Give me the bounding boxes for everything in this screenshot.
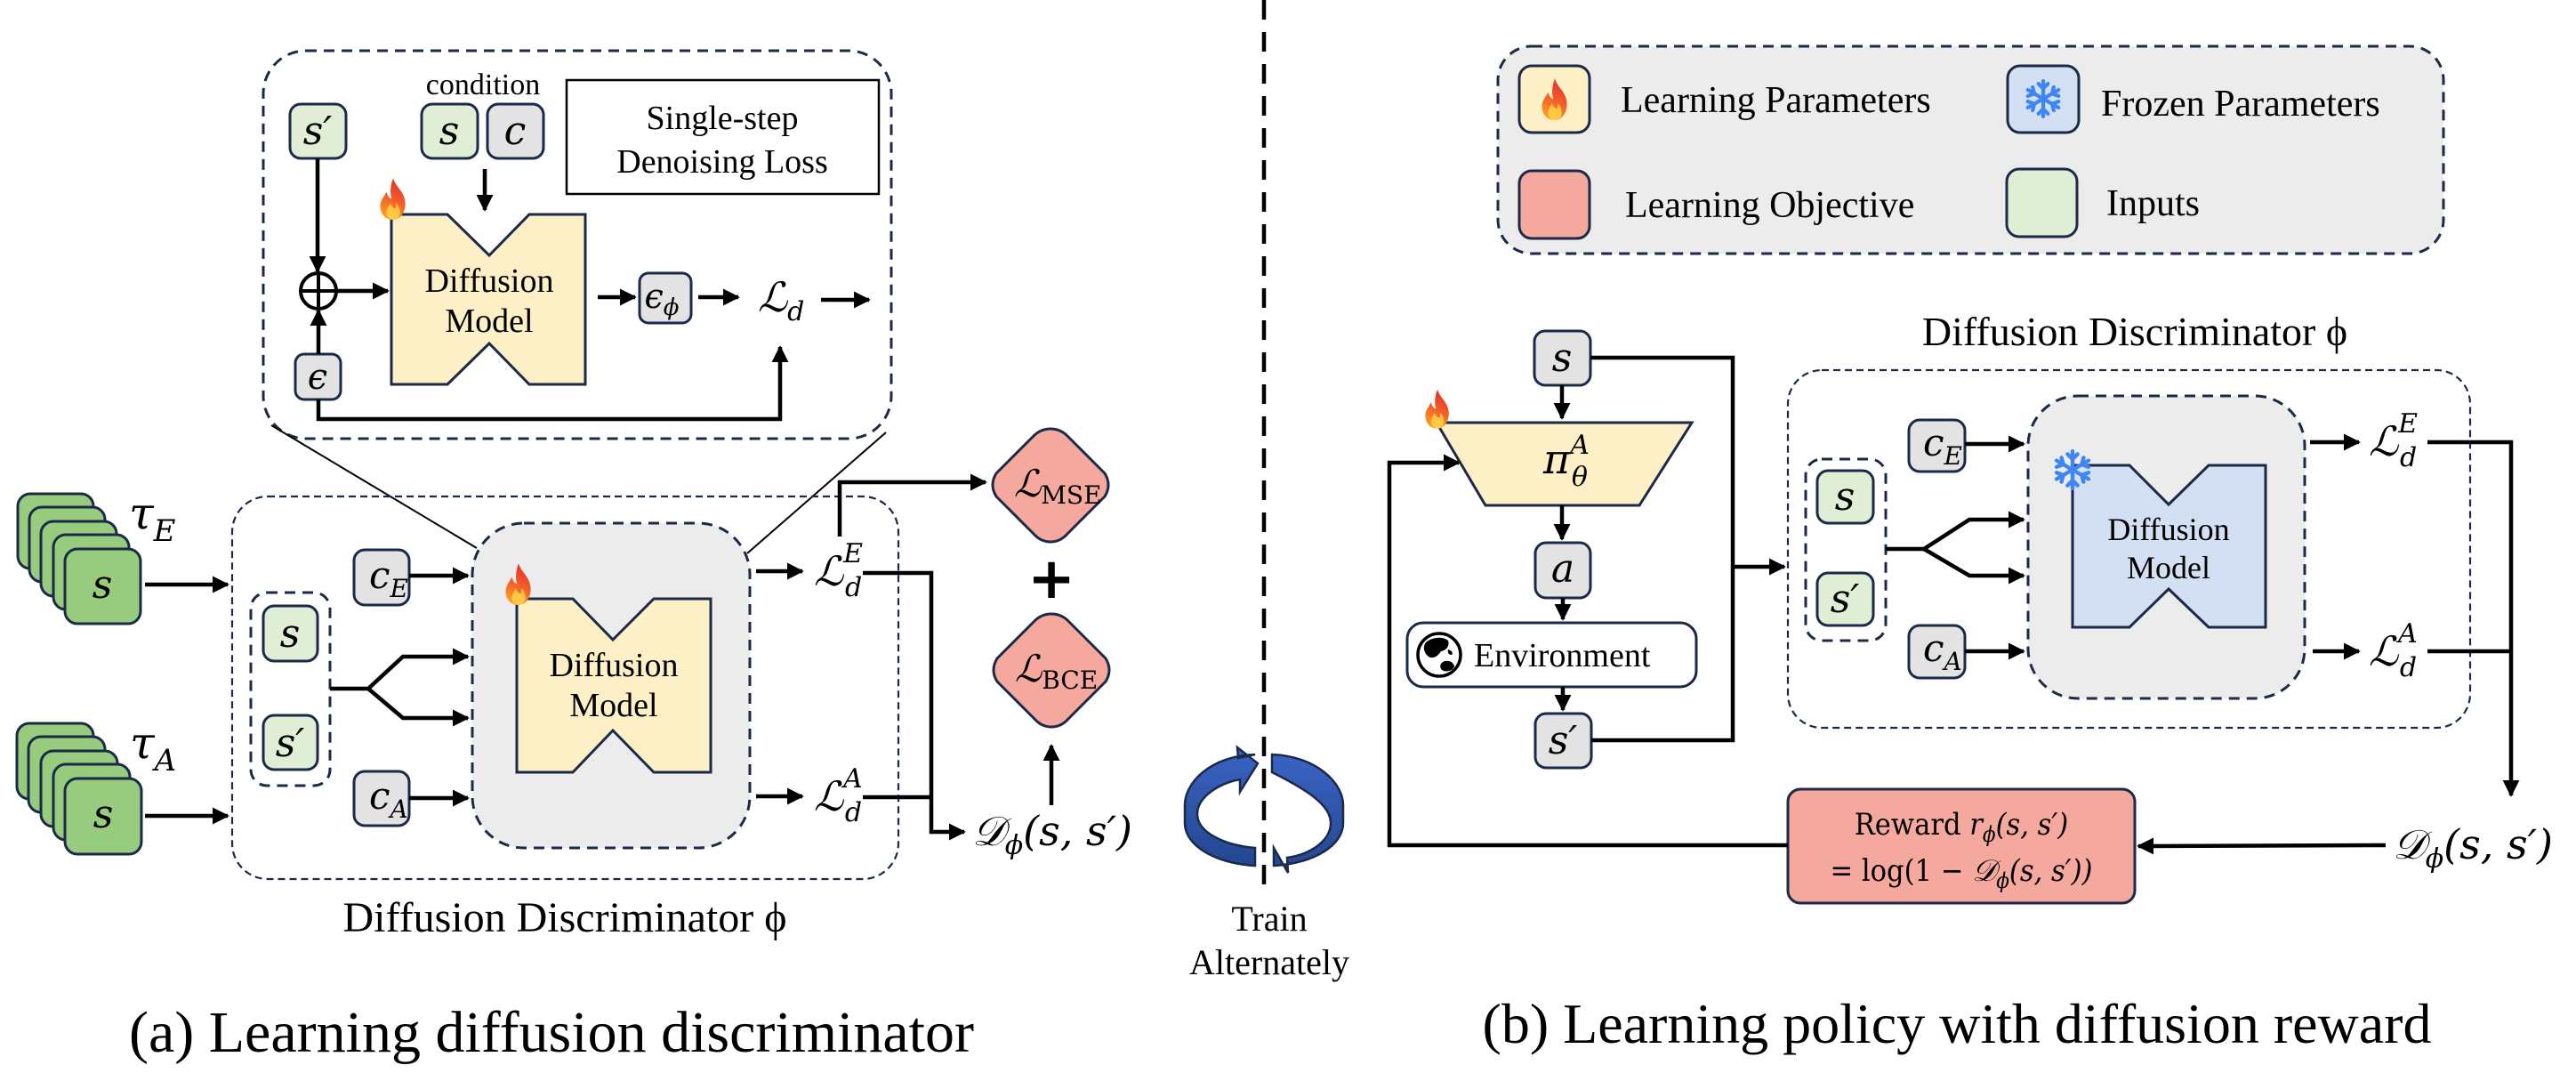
- disc-output-b: 𝒟ϕ(s, s′): [2393, 820, 2553, 875]
- environment-label: Environment: [1474, 637, 1651, 674]
- input-s-prime-a: s′: [276, 721, 305, 766]
- loss-agent-b: ℒA d: [2369, 618, 2418, 683]
- model-a-line2: Model: [569, 687, 657, 724]
- model-b-line2: Model: [2127, 550, 2210, 585]
- caption-b: (b) Learning policy with diffusion rewar…: [1483, 992, 2432, 1055]
- inset-noise-label: ϵ: [308, 357, 327, 398]
- figure: s′ condition s c Single-step Denoising L…: [15, 0, 2553, 1065]
- input-s-b: s: [1835, 474, 1856, 520]
- center-divider: Train Alternately: [1183, 0, 1349, 982]
- input-s-prime-b: s′: [1831, 577, 1860, 622]
- reward-line1: Reward rϕ(s, s′): [1855, 807, 2068, 847]
- agent-state-label: s: [93, 792, 114, 837]
- inset-model-line1: Diffusion: [425, 262, 554, 300]
- train-label-line2: Alternately: [1189, 942, 1349, 982]
- input-s-a: s: [280, 611, 301, 657]
- legend-swatch-inputs: [2005, 167, 2079, 238]
- zoom-connector-left: [270, 424, 478, 549]
- panel-b: s πA θ a Environment s′ Diffusion Discrim…: [1387, 309, 2553, 1055]
- expert-trajectory-label: τE: [129, 488, 176, 549]
- legend-label-objective: Learning Objective: [1625, 185, 1914, 226]
- inset-title-line2: Denoising Loss: [616, 143, 828, 181]
- legend-label-inputs: Inputs: [2106, 183, 2200, 224]
- caption-a: (a) Learning diffusion discriminator: [129, 1000, 974, 1065]
- legend-label-frozen: Frozen Parameters: [2101, 84, 2380, 125]
- plus-sign: +: [1027, 546, 1075, 612]
- legend-swatch-objective: [1517, 169, 1591, 240]
- inset-condition-label: condition: [426, 69, 540, 101]
- discriminator-a: s s′ cE cA Diffusion Model ℒE d ℒA d: [230, 495, 900, 881]
- panel-a: s′ condition s c Single-step Denoising L…: [15, 49, 1132, 1065]
- zoom-connector-right: [746, 432, 887, 554]
- mse-objective: ℒMSE: [991, 427, 1110, 544]
- flame-icon: [380, 178, 406, 220]
- sum-operator-icon: [299, 271, 338, 311]
- inset-loss-label: ℒd: [758, 273, 804, 327]
- disc-output-a: 𝒟ϕ(s, s′): [972, 807, 1132, 861]
- denoising-inset: s′ condition s c Single-step Denoising L…: [262, 49, 893, 440]
- action-label: a: [1551, 546, 1574, 592]
- bce-objective: ℒBCE: [992, 612, 1111, 729]
- loss-agent-a: ℒA d: [814, 763, 863, 828]
- next-state-label: s′: [1549, 718, 1578, 763]
- state-label: s: [1552, 335, 1573, 381]
- discriminator-b-title: Diffusion Discriminator ϕ: [1922, 309, 2347, 354]
- reward-line2: = log(1 − 𝒟ϕ(s, s′)): [1831, 853, 2093, 893]
- agent-trajectory-label: τA: [130, 717, 176, 779]
- inset-cond-s-label: s: [439, 109, 460, 154]
- inset-title-line1: Single-step: [647, 100, 799, 137]
- model-a-line1: Diffusion: [550, 647, 679, 684]
- legend: Learning Parameters Frozen Parameters Le…: [1496, 44, 2445, 255]
- inset-cond-c-label: c: [504, 109, 527, 154]
- globe-icon: [1416, 632, 1462, 678]
- expert-trajectory-stack: s: [16, 492, 142, 625]
- inset-s-prime-label: s′: [303, 109, 333, 154]
- loss-expert-b: ℒE d: [2369, 408, 2418, 473]
- discriminator-a-title: Diffusion Discriminator ϕ: [343, 894, 787, 941]
- train-label-line1: Train: [1231, 899, 1307, 939]
- flame-icon: [1425, 389, 1449, 429]
- loss-expert-a: ℒE d: [814, 538, 863, 603]
- discriminator-b: s s′ cE cA Diffusion Model ℒE d ℒA d: [1786, 368, 2472, 730]
- expert-state-label: s: [93, 562, 113, 608]
- model-b-line1: Diffusion: [2107, 512, 2229, 547]
- legend-label-learning: Learning Parameters: [1621, 80, 1931, 121]
- inset-model-line2: Model: [445, 303, 533, 340]
- agent-trajectory-stack: s: [15, 722, 143, 856]
